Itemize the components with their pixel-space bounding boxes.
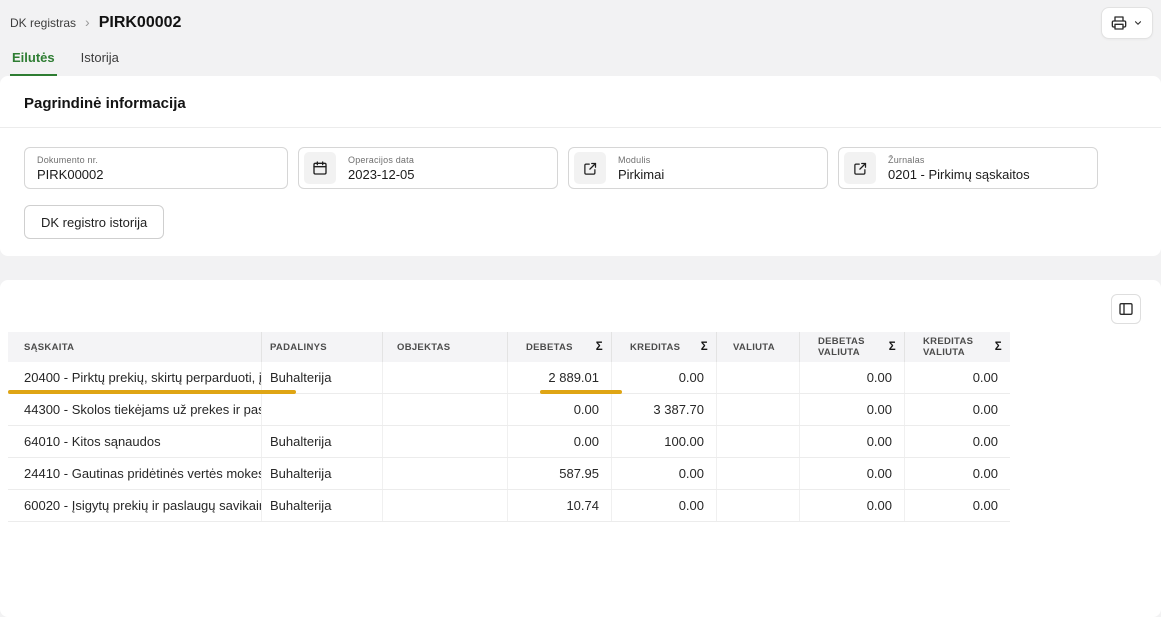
- column-header-debetas-valiuta[interactable]: DEBETAS VALIUTA Σ: [800, 332, 905, 362]
- print-button[interactable]: [1101, 7, 1153, 39]
- cell-debetas[interactable]: 10.74: [508, 490, 612, 521]
- sum-icon[interactable]: Σ: [701, 341, 708, 353]
- column-header-padalinys[interactable]: PADALINYS: [262, 332, 383, 362]
- tab-eilutes[interactable]: Eilutės: [10, 50, 57, 76]
- cell-padalinys[interactable]: Buhalterija: [262, 490, 383, 521]
- table-toolbar: [0, 280, 1161, 332]
- cell-valiuta[interactable]: [717, 426, 800, 457]
- cell-padalinys[interactable]: Buhalterija: [262, 458, 383, 489]
- field-value: 2023-12-05: [348, 167, 415, 182]
- cell-kreditas[interactable]: 100.00: [612, 426, 717, 457]
- column-header-kreditas-valiuta[interactable]: KREDITAS VALIUTA Σ: [905, 332, 1010, 362]
- field-value: Pirkimai: [618, 167, 664, 182]
- cell-saskaita[interactable]: 20400 - Pirktų prekių, skirtų perparduot…: [8, 362, 262, 393]
- column-header-objektas[interactable]: OBJEKTAS: [383, 332, 508, 362]
- journal-field[interactable]: Žurnalas 0201 - Pirkimų sąskaitos: [838, 147, 1098, 189]
- cell-kreditas-valiuta[interactable]: 0.00: [905, 394, 1010, 425]
- dk-register-history-button[interactable]: DK registro istorija: [24, 205, 164, 239]
- cell-saskaita[interactable]: 60020 - Įsigytų prekių ir paslaugų savik…: [8, 490, 262, 521]
- breadcrumb-chevron-icon: ›: [85, 15, 90, 31]
- cell-saskaita[interactable]: 24410 - Gautinas pridėtinės vertės mokes…: [8, 458, 262, 489]
- cell-valiuta[interactable]: [717, 490, 800, 521]
- form-fields-row: Dokumento nr. PIRK00002 Operacijos data …: [24, 147, 1137, 189]
- column-header-valiuta[interactable]: VALIUTA: [717, 332, 800, 362]
- cell-objektas[interactable]: [383, 458, 508, 489]
- cell-debetas-valiuta[interactable]: 0.00: [800, 362, 905, 393]
- field-label: Žurnalas: [888, 155, 1030, 165]
- cell-debetas-valiuta[interactable]: 0.00: [800, 394, 905, 425]
- cell-saskaita[interactable]: 44300 - Skolos tiekėjams už prekes ir pa…: [8, 394, 262, 425]
- column-header-kreditas[interactable]: KREDITAS Σ: [612, 332, 717, 362]
- sum-icon[interactable]: Σ: [995, 341, 1002, 353]
- external-link-icon[interactable]: [844, 152, 876, 184]
- cell-padalinys[interactable]: Buhalterija: [262, 426, 383, 457]
- cell-debetas[interactable]: 2 889.01: [508, 362, 612, 393]
- field-value: PIRK00002: [37, 167, 104, 182]
- field-label: Modulis: [618, 155, 664, 165]
- calendar-icon[interactable]: [304, 152, 336, 184]
- cell-kreditas[interactable]: 0.00: [612, 362, 717, 393]
- table-columns-icon: [1118, 301, 1134, 317]
- main-info-card: Pagrindinė informacija Dokumento nr. PIR…: [0, 76, 1161, 256]
- main-info-card-body: Dokumento nr. PIRK00002 Operacijos data …: [0, 128, 1161, 239]
- cell-debetas[interactable]: 587.95: [508, 458, 612, 489]
- external-link-icon[interactable]: [574, 152, 606, 184]
- section-title: Pagrindinė informacija: [24, 95, 1137, 112]
- cell-debetas-valiuta[interactable]: 0.00: [800, 458, 905, 489]
- main-info-card-header: Pagrindinė informacija: [0, 76, 1161, 128]
- cell-kreditas-valiuta[interactable]: 0.00: [905, 490, 1010, 521]
- cell-objektas[interactable]: [383, 490, 508, 521]
- cell-debetas[interactable]: 0.00: [508, 426, 612, 457]
- cell-kreditas-valiuta[interactable]: 0.00: [905, 362, 1010, 393]
- sum-icon[interactable]: Σ: [596, 341, 603, 353]
- column-header-saskaita[interactable]: SĄSKAITA: [8, 332, 262, 362]
- cell-valiuta[interactable]: [717, 362, 800, 393]
- tab-istorija[interactable]: Istorija: [79, 50, 121, 76]
- entries-table-card: SĄSKAITA PADALINYS OBJEKTAS DEBETAS Σ KR…: [0, 280, 1161, 617]
- page-title: PIRK00002: [99, 14, 182, 32]
- highlight-underline-debetas: [540, 390, 622, 394]
- cell-valiuta[interactable]: [717, 394, 800, 425]
- tab-bar: Eilutės Istorija: [0, 46, 1161, 76]
- chevron-down-icon: [1133, 18, 1143, 28]
- highlight-underline-saskaita: [8, 390, 296, 394]
- field-label: Operacijos data: [348, 155, 415, 165]
- cell-valiuta[interactable]: [717, 458, 800, 489]
- breadcrumb: DK registras › PIRK00002: [10, 14, 181, 32]
- module-field[interactable]: Modulis Pirkimai: [568, 147, 828, 189]
- entries-table: SĄSKAITA PADALINYS OBJEKTAS DEBETAS Σ KR…: [8, 332, 1010, 522]
- breadcrumb-parent-link[interactable]: DK registras: [10, 16, 76, 30]
- cell-debetas-valiuta[interactable]: 0.00: [800, 490, 905, 521]
- table-row[interactable]: 64010 - Kitos sąnaudos Buhalterija 0.00 …: [8, 426, 1010, 458]
- cell-objektas[interactable]: [383, 426, 508, 457]
- cell-debetas[interactable]: 0.00: [508, 394, 612, 425]
- cell-padalinys[interactable]: Buhalterija: [262, 362, 383, 393]
- table-header-row: SĄSKAITA PADALINYS OBJEKTAS DEBETAS Σ KR…: [8, 332, 1010, 362]
- document-number-field[interactable]: Dokumento nr. PIRK00002: [24, 147, 288, 189]
- table-row[interactable]: 60020 - Įsigytų prekių ir paslaugų savik…: [8, 490, 1010, 522]
- cell-kreditas[interactable]: 0.00: [612, 490, 717, 521]
- field-value: 0201 - Pirkimų sąskaitos: [888, 167, 1030, 182]
- cell-kreditas-valiuta[interactable]: 0.00: [905, 426, 1010, 457]
- cell-objektas[interactable]: [383, 362, 508, 393]
- cell-kreditas[interactable]: 3 387.70: [612, 394, 717, 425]
- field-label: Dokumento nr.: [37, 155, 104, 165]
- table-row[interactable]: 24410 - Gautinas pridėtinės vertės mokes…: [8, 458, 1010, 490]
- card-gap: [0, 256, 1161, 280]
- printer-icon: [1111, 15, 1127, 31]
- cell-kreditas-valiuta[interactable]: 0.00: [905, 458, 1010, 489]
- table-row[interactable]: 44300 - Skolos tiekėjams už prekes ir pa…: [8, 394, 1010, 426]
- column-header-debetas[interactable]: DEBETAS Σ: [508, 332, 612, 362]
- column-settings-button[interactable]: [1111, 294, 1141, 324]
- cell-objektas[interactable]: [383, 394, 508, 425]
- cell-padalinys[interactable]: [262, 394, 383, 425]
- cell-debetas-valiuta[interactable]: 0.00: [800, 426, 905, 457]
- cell-saskaita[interactable]: 64010 - Kitos sąnaudos: [8, 426, 262, 457]
- page-header: DK registras › PIRK00002: [0, 0, 1161, 46]
- operation-date-field[interactable]: Operacijos data 2023-12-05: [298, 147, 558, 189]
- cell-kreditas[interactable]: 0.00: [612, 458, 717, 489]
- sum-icon[interactable]: Σ: [889, 341, 896, 353]
